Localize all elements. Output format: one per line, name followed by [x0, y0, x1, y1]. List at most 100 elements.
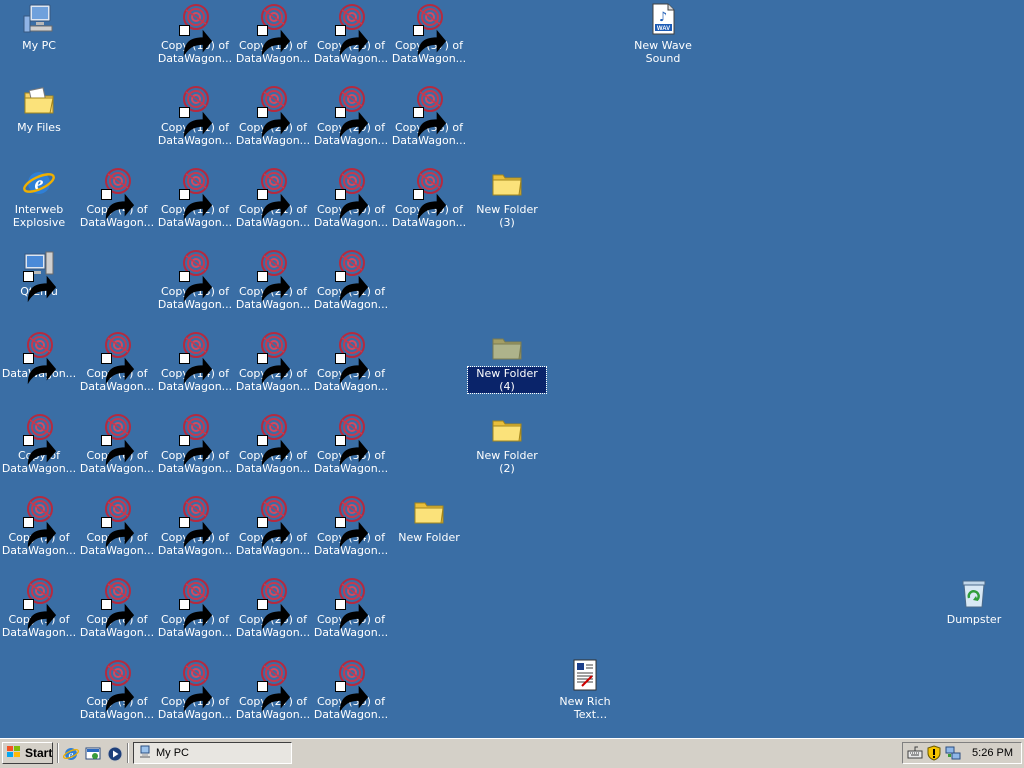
- shortcut-arrow-icon: [257, 517, 291, 549]
- quick-launch-browser-icon[interactable]: e: [62, 745, 80, 763]
- network-icon[interactable]: [945, 745, 961, 761]
- desktop-icon[interactable]: Copy (15) of DataWagon...: [156, 410, 234, 490]
- desktop-icon[interactable]: New Folder (3): [468, 164, 546, 244]
- desktop-icon[interactable]: Copy (39) of DataWagon...: [390, 164, 468, 244]
- shortcut-arrow-icon: [101, 353, 135, 385]
- desktop-icon-label: New Rich Text Document: [559, 695, 611, 721]
- desktop-icon[interactable]: Copy (5) of DataWagon...: [78, 328, 156, 408]
- datawagon-icon: [178, 330, 213, 385]
- datawagon-icon: [256, 330, 291, 385]
- desktop-icon[interactable]: Copy (3) of DataWagon...: [0, 574, 78, 654]
- desktop-icon[interactable]: New Folder: [390, 492, 468, 572]
- clock[interactable]: 5:26 PM: [972, 747, 1013, 759]
- folder-icon: [490, 166, 524, 200]
- desktop-icon[interactable]: Copy (34) of DataWagon...: [312, 492, 390, 572]
- desktop-icon[interactable]: Copy (33) of DataWagon...: [312, 410, 390, 490]
- shortcut-arrow-icon: [335, 517, 369, 549]
- shortcut-arrow-icon: [257, 107, 291, 139]
- quick-launch-show-desktop-icon[interactable]: [84, 745, 102, 763]
- shortcut-arrow-icon: [101, 189, 135, 221]
- desktop-icon[interactable]: Copy (13) of DataWagon...: [156, 246, 234, 326]
- datawagon-icon: [334, 248, 369, 303]
- desktop-icon[interactable]: Copy (35) of DataWagon...: [312, 574, 390, 654]
- desktop-icon[interactable]: Copy (31) of DataWagon...: [312, 246, 390, 326]
- quick-launch-media-player-icon[interactable]: [106, 745, 124, 763]
- desktop-icon[interactable]: Copy (12) of DataWagon...: [156, 164, 234, 244]
- desktop-icon[interactable]: e Interweb Explosive: [0, 164, 78, 244]
- desktop-icon[interactable]: Copy (37) of DataWagon...: [390, 0, 468, 80]
- desktop-icon[interactable]: My Files: [0, 82, 78, 162]
- desktop-icon[interactable]: Copy (16) of DataWagon...: [156, 492, 234, 572]
- taskbar-item-my-pc[interactable]: My PC: [133, 742, 292, 764]
- shortcut-arrow-icon: [179, 435, 213, 467]
- desktop-icon[interactable]: Copy (18) of DataWagon...: [156, 656, 234, 736]
- datawagon-icon: [334, 330, 369, 385]
- desktop-icon[interactable]: Dumpster: [935, 574, 1013, 654]
- shortcut-arrow-icon: [413, 25, 447, 57]
- desktop-icon[interactable]: Copy (38) of DataWagon...: [390, 82, 468, 162]
- desktop-icon[interactable]: Copy (23) of DataWagon...: [234, 328, 312, 408]
- datawagon-icon: [334, 2, 369, 57]
- desktop-icon[interactable]: Copy (9) of DataWagon...: [78, 656, 156, 736]
- desktop-icon[interactable]: Copy (20) of DataWagon...: [234, 82, 312, 162]
- shortcut-arrow-icon: [335, 599, 369, 631]
- datawagon-icon: [100, 494, 135, 549]
- desktop[interactable]: My PC My Files e Interweb Explosive QtEmuDat…: [0, 0, 1024, 738]
- desktop-icon[interactable]: Copy (10) of DataWagon...: [156, 0, 234, 80]
- desktop-icon[interactable]: New Folder (2): [468, 410, 546, 490]
- datawagon-icon: [256, 576, 291, 631]
- desktop-icon[interactable]: New Rich Text Document: [546, 656, 624, 736]
- desktop-icon[interactable]: New Folder (4): [467, 328, 547, 408]
- desktop-icon[interactable]: Copy of DataWagon...: [0, 410, 78, 490]
- desktop-icon[interactable]: Copy (11) of DataWagon...: [156, 82, 234, 162]
- datawagon-icon: [178, 576, 213, 631]
- datawagon-icon: [256, 166, 291, 221]
- desktop-icon[interactable]: Copy (8) of DataWagon...: [78, 574, 156, 654]
- desktop-icon[interactable]: Copy (14) of DataWagon...: [156, 328, 234, 408]
- start-label: Start: [25, 746, 53, 760]
- desktop-icon[interactable]: Copy (4) of DataWagon...: [78, 164, 156, 244]
- desktop-icon[interactable]: Copy (17) of DataWagon...: [156, 574, 234, 654]
- desktop-icon[interactable]: Copy (29) of DataWagon...: [312, 82, 390, 162]
- desktop-icon[interactable]: Copy (6) of DataWagon...: [78, 410, 156, 490]
- recycle-bin-icon: [957, 576, 991, 610]
- keyboard-icon[interactable]: [907, 745, 923, 761]
- security-shield-icon[interactable]: [926, 745, 942, 761]
- desktop-icon[interactable]: Copy (22) of DataWagon...: [234, 246, 312, 326]
- datawagon-icon: [178, 412, 213, 467]
- desktop-icon[interactable]: Copy (24) of DataWagon...: [234, 410, 312, 490]
- shortcut-arrow-icon: [179, 25, 213, 57]
- desktop-icon[interactable]: Copy (7) of DataWagon...: [78, 492, 156, 572]
- desktop-icon[interactable]: ♪ WAV New Wave Sound: [624, 0, 702, 80]
- emulator-icon: [22, 248, 57, 303]
- desktop-icon-label: Dumpster: [946, 613, 1002, 626]
- browser-icon: e: [22, 166, 56, 200]
- datawagon-icon: [256, 2, 291, 57]
- desktop-icon[interactable]: Copy (27) of DataWagon...: [234, 656, 312, 736]
- desktop-icon[interactable]: Copy (32) of DataWagon...: [312, 328, 390, 408]
- datawagon-icon: [22, 412, 57, 467]
- desktop-icon[interactable]: Copy (21) of DataWagon...: [234, 164, 312, 244]
- desktop-icon[interactable]: Copy (30) of DataWagon...: [312, 164, 390, 244]
- rich-text-document-icon: [568, 658, 602, 692]
- desktop-icon[interactable]: Copy (28) of DataWagon...: [312, 0, 390, 80]
- windows-logo-icon: [6, 745, 22, 762]
- desktop-icon[interactable]: DataWagon...: [0, 328, 78, 408]
- shortcut-arrow-icon: [257, 435, 291, 467]
- desktop-icon-label: My PC: [22, 39, 56, 52]
- shortcut-arrow-icon: [335, 435, 369, 467]
- start-button[interactable]: Start: [2, 742, 53, 764]
- shortcut-arrow-icon: [257, 25, 291, 57]
- shortcut-arrow-icon: [23, 517, 57, 549]
- desktop-icon[interactable]: QtEmu: [0, 246, 78, 326]
- desktop-icon[interactable]: Copy (26) of DataWagon...: [234, 574, 312, 654]
- datawagon-icon: [100, 658, 135, 713]
- svg-text:WAV: WAV: [657, 26, 670, 32]
- shortcut-arrow-icon: [257, 681, 291, 713]
- desktop-icon[interactable]: Copy (2) of DataWagon...: [0, 492, 78, 572]
- desktop-icon[interactable]: Copy (25) of DataWagon...: [234, 492, 312, 572]
- desktop-icon-label: My Files: [17, 121, 61, 134]
- desktop-icon[interactable]: My PC: [0, 0, 78, 80]
- desktop-icon[interactable]: Copy (36) of DataWagon...: [312, 656, 390, 736]
- desktop-icon[interactable]: Copy (19) of DataWagon...: [234, 0, 312, 80]
